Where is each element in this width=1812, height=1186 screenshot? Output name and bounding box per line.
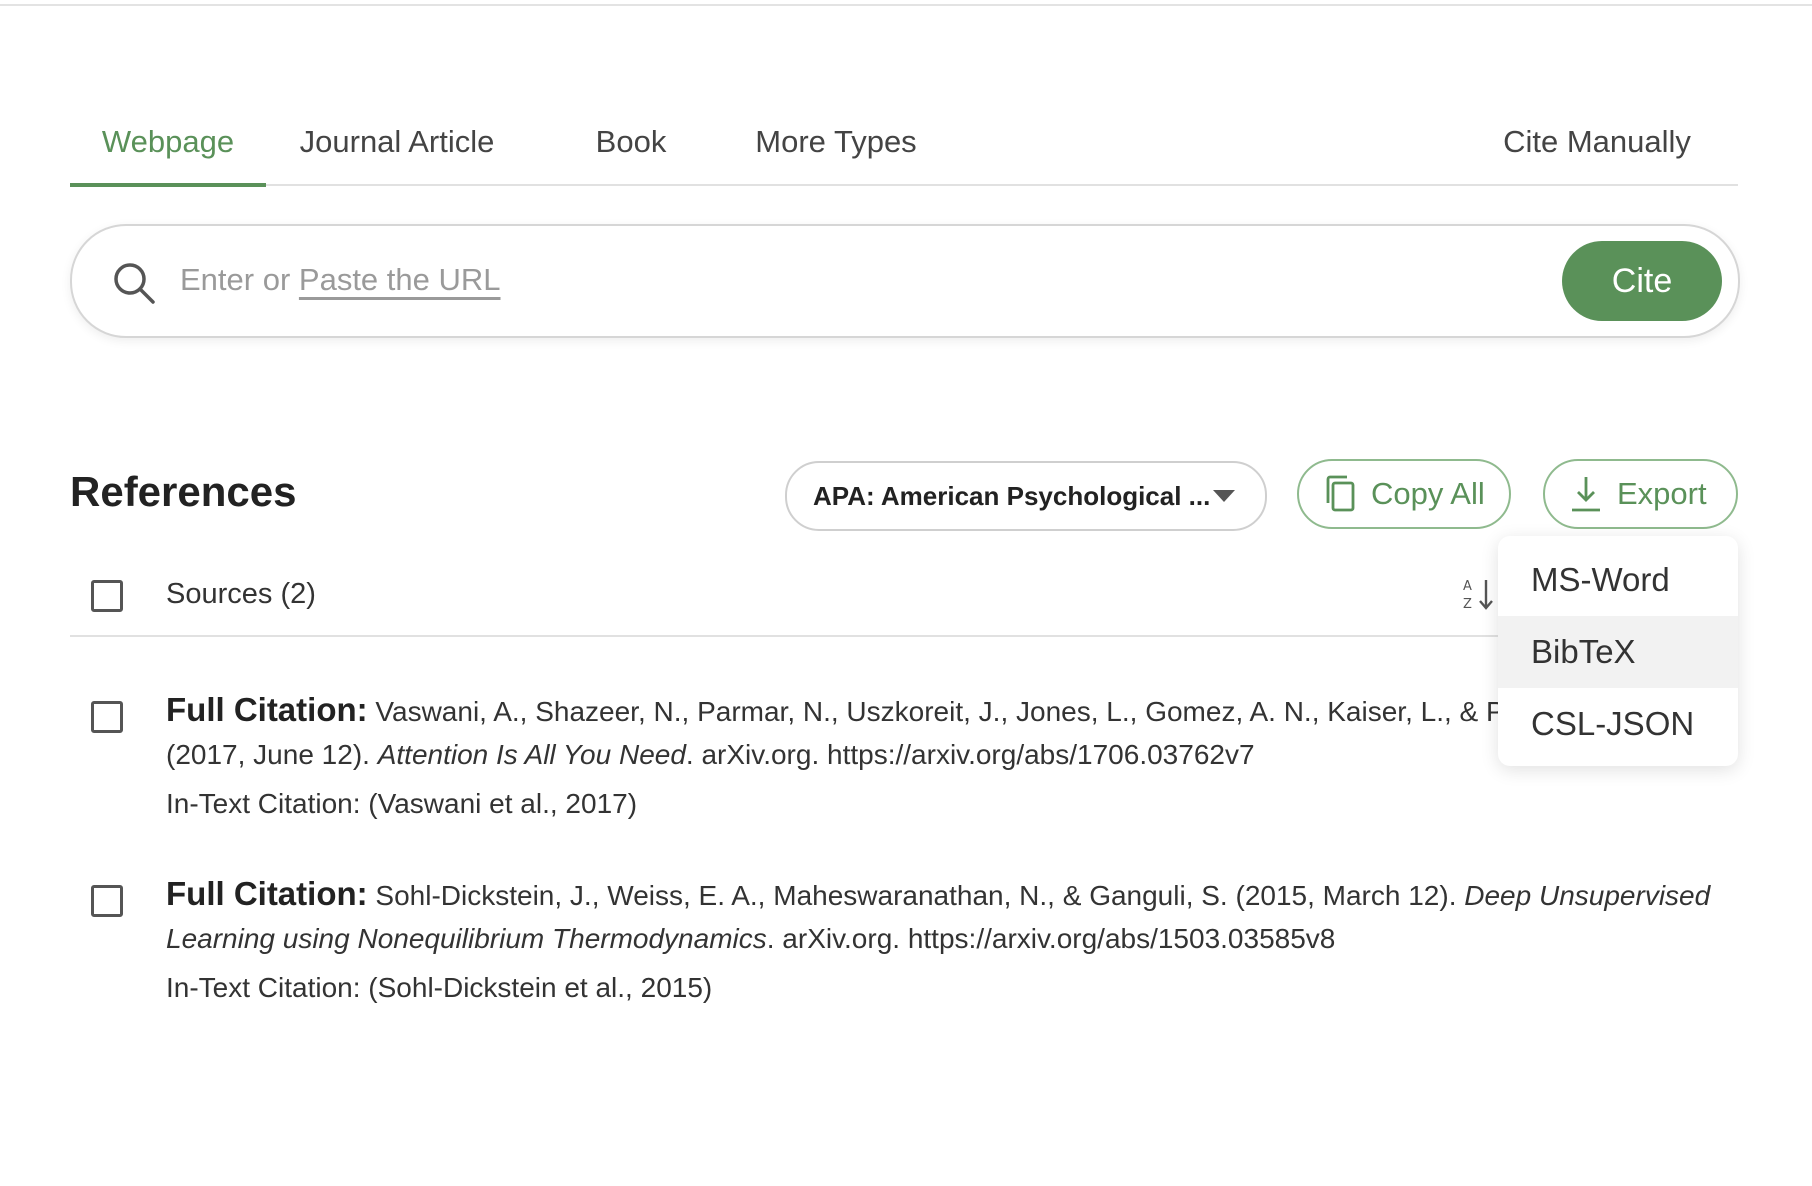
- export-option-csl-json[interactable]: CSL-JSON: [1498, 688, 1738, 760]
- sort-alpha-icon[interactable]: A Z: [1462, 576, 1496, 612]
- cite-button[interactable]: Cite: [1562, 241, 1722, 321]
- references-heading: References: [70, 468, 297, 515]
- citation-source: . arXiv.org. https://arxiv.org/abs/1503.…: [766, 923, 1336, 954]
- in-text-citation[interactable]: In-Text Citation: (Vaswani et al., 2017): [166, 788, 1736, 820]
- full-citation-label: Full Citation:: [166, 691, 368, 728]
- in-text-citation[interactable]: In-Text Citation: (Sohl-Dickstein et al.…: [166, 972, 1736, 1004]
- svg-text:Z: Z: [1463, 597, 1472, 612]
- sources-count: Sources (2): [166, 578, 316, 610]
- export-label: Export: [1617, 476, 1707, 511]
- citation-checkbox[interactable]: [91, 701, 123, 733]
- citation-authors: Sohl-Dickstein, J., Weiss, E. A., Mahesw…: [367, 880, 1465, 911]
- citation-generator-page: Webpage Journal Article Book More Types …: [0, 0, 1812, 1186]
- citation-style-select[interactable]: APA: American Psychological ...: [785, 461, 1267, 531]
- select-all-checkbox[interactable]: [91, 580, 123, 612]
- export-option-bibtex[interactable]: BibTeX: [1498, 616, 1738, 688]
- sources-divider: [70, 635, 1738, 637]
- citation-item: Full Citation: Sohl-Dickstein, J., Weiss…: [166, 872, 1736, 1004]
- full-citation[interactable]: Full Citation: Sohl-Dickstein, J., Weiss…: [166, 872, 1736, 960]
- top-divider: [0, 4, 1812, 6]
- export-menu: MS-Word BibTeX CSL-JSON: [1498, 536, 1738, 766]
- url-input[interactable]: [178, 254, 1562, 310]
- source-type-tabs: Webpage Journal Article Book More Types …: [70, 100, 1738, 187]
- download-icon: [1572, 477, 1600, 512]
- copy-all-label: Copy All: [1371, 476, 1485, 511]
- citation-style-value: APA: American Psychological ...: [813, 480, 1211, 511]
- tab-book[interactable]: Book: [586, 100, 676, 184]
- export-button[interactable]: Export: [1543, 459, 1738, 529]
- full-citation-label: Full Citation:: [166, 875, 368, 912]
- copy-icon: [1326, 475, 1355, 512]
- citation-title: Attention Is All You Need: [377, 739, 686, 770]
- tab-webpage[interactable]: Webpage: [70, 100, 266, 187]
- chevron-down-icon: [1213, 490, 1235, 502]
- export-option-ms-word[interactable]: MS-Word: [1498, 544, 1738, 616]
- citation-source: . arXiv.org. https://arxiv.org/abs/1706.…: [685, 739, 1255, 770]
- tab-journal-article[interactable]: Journal Article: [300, 100, 495, 184]
- citation-checkbox[interactable]: [91, 885, 123, 917]
- tab-more-types[interactable]: More Types: [748, 100, 924, 184]
- cite-manually-link[interactable]: Cite Manually: [1503, 100, 1691, 184]
- copy-all-button[interactable]: Copy All: [1297, 459, 1511, 529]
- search-icon: [114, 263, 155, 304]
- url-search-bar: Enter or Paste the URL Cite: [70, 224, 1740, 338]
- svg-text:A: A: [1463, 579, 1472, 594]
